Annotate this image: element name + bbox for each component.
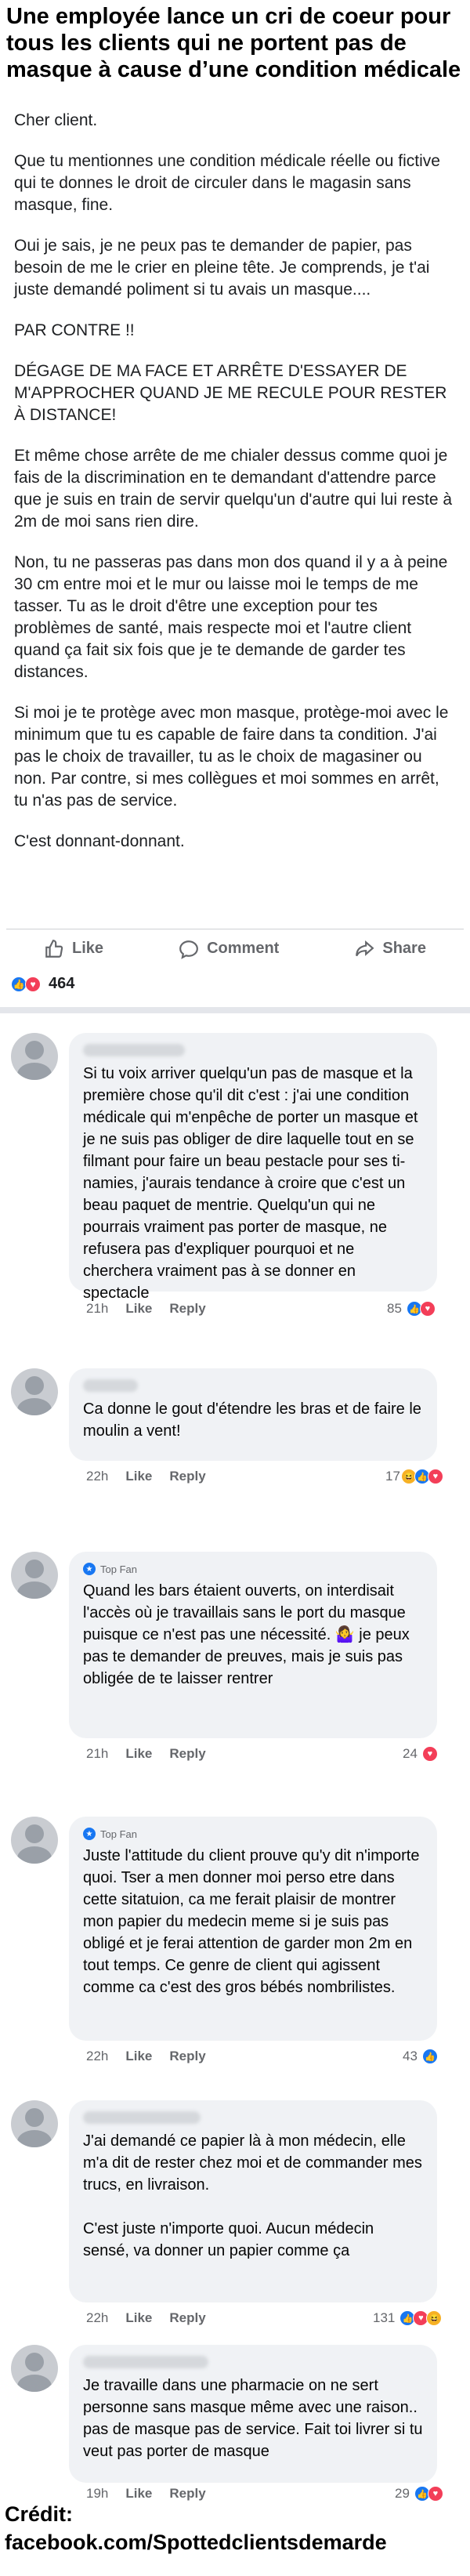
avatar[interactable] [11,2345,58,2392]
comment-reply-link[interactable]: Reply [169,1746,205,1762]
top-fan-badge-icon: ★ [83,1563,96,1575]
comment-meta: 22h Like Reply [86,2049,206,2064]
reaction-count: 464 [49,975,75,992]
post-paragraph: Oui je sais, je ne peux pas te demander … [14,237,430,299]
share-button[interactable]: Share [354,939,426,959]
comment-bubble: ★ Top Fan Juste l'attitude du client prou… [69,1817,437,2041]
comment-bubble: J'ai demandé ce papier là à mon médecin,… [69,2100,437,2302]
love-reaction-icon: ♥ [421,1746,438,1762]
post-paragraph: Si moi je te protège avec mon masque, pr… [14,704,449,810]
comment-text: Quand les bars étaient ouverts, on inter… [83,1582,410,1687]
credit-label: Crédit: [5,2502,73,2526]
comment-like-link[interactable]: Like [125,2049,152,2064]
top-fan-badge-icon: ★ [83,1828,96,1840]
comment-reactions[interactable]: 43 👍 [403,2049,438,2064]
post-paragraph: DÉGAGE DE MA FACE ET ARRÊTE D'ESSAYER DE… [14,362,447,424]
comment-reaction-count: 29 [395,2486,410,2501]
avatar[interactable] [11,1817,58,1864]
credit: Crédit: facebook.com/Spottedclientsdemar… [5,2500,387,2556]
comment-like-link[interactable]: Like [125,1746,152,1762]
top-fan-label: ★ Top Fan [83,1828,423,1840]
love-reaction-icon: ♥ [419,1301,436,1317]
comment-text: J'ai demandé ce papier là à mon médecin,… [83,2132,422,2259]
comment-icon [179,940,199,959]
share-icon [356,940,374,956]
comment-time[interactable]: 22h [86,2310,108,2326]
comment-time[interactable]: 19h [86,2486,108,2502]
like-reaction-icon: 👍 [421,2049,438,2064]
avatar[interactable] [11,1368,58,1415]
like-reaction-icon: 👍 [11,976,27,992]
comment-reply-link[interactable]: Reply [169,1301,205,1317]
post-paragraph: Et même chose arrête de me chialer dessu… [14,447,453,531]
comment-text: Ca donne le gout d'étendre les bras et d… [83,1400,421,1440]
comment-meta: 19h Like Reply [86,2486,206,2502]
reaction-summary[interactable]: 👍 ♥ 464 [11,975,74,993]
comment-reply-link[interactable]: Reply [169,2310,205,2326]
thumbs-up-icon [45,939,63,958]
comment-reactions[interactable]: 24 ♥ [403,1746,438,1762]
comment-meta: 21h Like Reply [86,1301,206,1317]
comment-reaction-count: 85 [387,1301,402,1316]
comment-bubble: Je travaille dans une pharmacie on ne se… [69,2345,437,2483]
headline: Une employée lance un cri de coeur pour … [6,4,461,82]
post-paragraph: Que tu mentionnes une condition médicale… [14,152,440,214]
comment-bubble: Ca donne le gout d'étendre les bras et d… [69,1368,437,1461]
author-name-blurred[interactable] [83,1379,138,1392]
comment-bubble: ★ Top Fan Quand les bars étaient ouverts,… [69,1552,437,1738]
comment-meta: 22h Like Reply [86,2310,206,2326]
love-reaction-icon: ♥ [427,2486,443,2502]
comment-meta: 22h Like Reply [86,1469,206,1484]
post-body: Cher client. Que tu mentionnes une condi… [6,110,464,948]
comment-button[interactable]: Comment [179,939,279,959]
author-name-blurred[interactable] [83,2111,201,2124]
comment-reply-link[interactable]: Reply [169,1469,205,1484]
author-name-blurred[interactable] [83,1044,185,1056]
comment-reply-link[interactable]: Reply [169,2049,205,2064]
comment-like-link[interactable]: Like [125,1301,152,1317]
comment-reaction-count: 43 [403,2049,418,2063]
comment-time[interactable]: 21h [86,1301,108,1317]
avatar[interactable] [11,1552,58,1599]
comment-like-link[interactable]: Like [125,1469,152,1484]
comment-reaction-count: 17 [385,1469,400,1484]
haha-reaction-icon: 😆 [426,2310,443,2326]
post-paragraph: Cher client. [14,111,98,129]
comment-text: Je travaille dans une pharmacie on ne se… [83,2377,423,2460]
comment-reaction-count: 24 [403,1746,418,1761]
comment-label: Comment [207,940,280,957]
comment-time[interactable]: 22h [86,1469,108,1484]
comment-meta: 21h Like Reply [86,1746,206,1762]
comment-like-link[interactable]: Like [125,2486,152,2502]
credit-source: facebook.com/Spottedclientsdemarde [5,2531,387,2554]
like-button[interactable]: Like [44,939,103,959]
comment-reaction-count: 131 [373,2310,396,2325]
comment-like-link[interactable]: Like [125,2310,152,2326]
post-paragraph: Non, tu ne passeras pas dans mon dos qua… [14,553,448,681]
comment-time[interactable]: 21h [86,1746,108,1762]
post-action-bar: Like Comment Share [6,929,464,968]
love-reaction-icon: ♥ [25,976,41,992]
post-paragraph: PAR CONTRE !! [14,321,135,339]
share-label: Share [382,940,426,957]
comment-bubble: Si tu voix arriver quelqu'un pas de masq… [69,1033,437,1302]
comment-reactions[interactable]: 17 😆 👍 ♥ [385,1469,443,1484]
section-divider [0,1007,470,1013]
comment-reactions[interactable]: 29 👍 ♥ [395,2486,443,2502]
love-reaction-icon: ♥ [427,1469,443,1484]
top-fan-label: ★ Top Fan [83,1563,423,1575]
comment-reply-link[interactable]: Reply [169,2486,205,2502]
comment-text: Juste l'attitude du client prouve qu'y d… [83,1847,420,1996]
comment-reactions[interactable]: 131 👍 ♥ 😆 [373,2310,443,2326]
avatar[interactable] [11,2100,58,2147]
post-text: Cher client. Que tu mentionnes une condi… [6,110,464,853]
comment-text: Si tu voix arriver quelqu'un pas de masq… [83,1065,418,1302]
comment-reactions[interactable]: 85 👍 ♥ [387,1301,436,1317]
author-name-blurred[interactable] [83,2356,208,2368]
like-label: Like [72,940,104,957]
avatar[interactable] [11,1033,58,1080]
comment-time[interactable]: 22h [86,2049,108,2064]
post-paragraph: C'est donnant-donnant. [14,832,185,850]
